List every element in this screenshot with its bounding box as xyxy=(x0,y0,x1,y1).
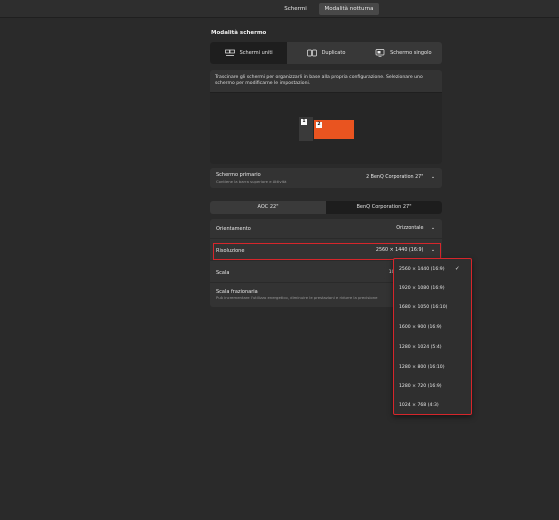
chevron-down-icon: ⌄ xyxy=(430,226,435,231)
join-displays-icon xyxy=(224,49,235,56)
fractional-scaling-sublabel: Può incrementare l'utilizzo energetico, … xyxy=(216,295,378,300)
monitor-1-number: 1 xyxy=(301,119,307,125)
monitor-2-preview[interactable]: 2 xyxy=(314,120,354,139)
tab-monitor-benq[interactable]: BenQ Corporation 27" xyxy=(326,201,442,214)
orientation-value: Orizzontale xyxy=(396,226,424,231)
display-mode-title: Modalità schermo xyxy=(211,30,267,36)
primary-display-sublabel: Contiene la barra superiore e Attività xyxy=(216,179,287,184)
join-displays-label: Schermi uniti xyxy=(239,50,273,56)
orientation-row[interactable]: Orientamento Orizzontale ⌄ xyxy=(210,219,442,239)
resolution-option[interactable]: 1280 × 720 (16:9) xyxy=(399,384,442,389)
resolution-option[interactable]: 1920 × 1080 (16:9) xyxy=(399,286,445,291)
primary-display-label: Schermo primario xyxy=(216,172,261,178)
single-display-button[interactable]: Schermo singolo xyxy=(365,42,442,64)
single-display-icon xyxy=(375,49,385,57)
resolution-option[interactable]: 1600 × 900 (16:9) xyxy=(399,325,442,330)
orientation-label: Orientamento xyxy=(216,226,251,232)
display-mode-selector: Schermi uniti Duplicato Schermo singolo xyxy=(210,42,442,64)
monitor-tabs: AOC 22" BenQ Corporation 27" xyxy=(210,201,442,214)
display-arrangement: Trascinare gli schermi per organizzarli … xyxy=(210,70,442,164)
resolution-option-selected[interactable]: 2560 × 1440 (16:9) ✓ xyxy=(399,266,460,272)
primary-display-selection: 2 BenQ Corporation 27" xyxy=(366,175,424,180)
mirror-icon xyxy=(306,49,317,57)
resolution-option[interactable]: 1024 × 768 (4:3) xyxy=(399,403,439,408)
resolution-option[interactable]: 1280 × 800 (16:10) xyxy=(399,365,445,370)
tab-monitor-aoc[interactable]: AOC 22" xyxy=(210,201,326,214)
single-display-label: Schermo singolo xyxy=(390,50,432,56)
join-displays-button[interactable]: Schermi uniti xyxy=(210,42,288,64)
mirror-label: Duplicato xyxy=(321,50,346,56)
tab-displays[interactable]: Schermi xyxy=(272,3,319,15)
arrangement-canvas: 1 2 xyxy=(210,92,442,164)
resolution-option-label: 2560 × 1440 (16:9) xyxy=(399,267,445,272)
view-switcher: Schermi Modalità notturna xyxy=(272,3,379,15)
scale-label: Scala xyxy=(216,270,230,276)
tab-night-light[interactable]: Modalità notturna xyxy=(319,3,379,15)
resolution-option[interactable]: 1680 × 1050 (16:10) xyxy=(399,305,447,310)
check-icon: ✓ xyxy=(455,266,460,272)
chevron-down-icon: ⌄ xyxy=(430,175,435,180)
monitor-2-number: 2 xyxy=(316,122,322,128)
resolution-option[interactable]: 1280 × 1024 (5:4) xyxy=(399,345,442,350)
orientation-value-wrap: Orizzontale ⌄ xyxy=(396,226,435,231)
header-bar: Schermi Modalità notturna xyxy=(0,0,559,18)
primary-display-value: 2 BenQ Corporation 27" ⌄ xyxy=(366,175,435,180)
primary-display-row[interactable]: Schermo primario Contiene la barra super… xyxy=(210,168,442,188)
arrangement-instructions: Trascinare gli schermi per organizzarli … xyxy=(215,75,423,86)
mirror-button[interactable]: Duplicato xyxy=(287,42,364,64)
resolution-dropdown-menu: 2560 × 1440 (16:9) ✓ 1920 × 1080 (16:9) … xyxy=(393,258,472,415)
monitor-1-preview[interactable]: 1 xyxy=(299,117,313,141)
